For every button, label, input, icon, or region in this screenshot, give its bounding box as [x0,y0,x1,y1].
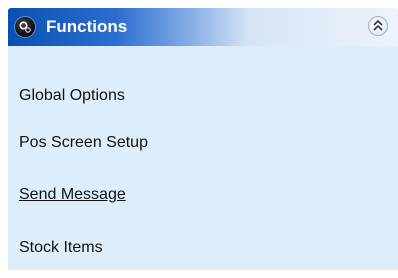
menu-item-send-message[interactable]: Send Message [19,184,126,206]
menu-item-stock-items[interactable]: Stock Items [19,237,103,259]
double-chevron-up-icon[interactable] [368,16,388,36]
menu-item-global-options[interactable]: Global Options [19,85,125,107]
functions-gear-icon [14,16,36,38]
panel-body: Global Options Pos Screen Setup Send Mes… [8,46,398,270]
panel-title: Functions [46,17,128,36]
menu-item-pos-screen-setup[interactable]: Pos Screen Setup [19,132,148,154]
panel-header[interactable]: Functions [8,8,398,46]
functions-panel: Functions Global Options Pos Screen Setu… [8,8,398,270]
